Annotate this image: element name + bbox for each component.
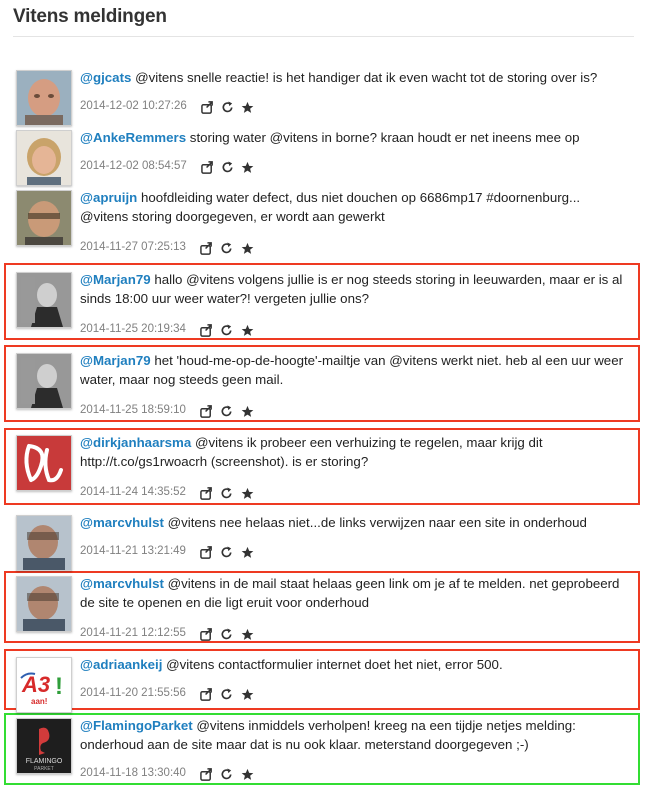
tweet-text-block: @adriaankeij @vitens contactformulier in… (80, 655, 632, 674)
avatar[interactable] (16, 576, 72, 632)
avatar[interactable] (16, 272, 72, 328)
title-divider (13, 36, 634, 37)
tweet-text-block: @dirkjanhaarsma @vitens ik probeer een v… (80, 433, 632, 471)
tweet-text-block: @marcvhulst @vitens nee helaas niet...de… (80, 513, 632, 532)
tweet-author-link[interactable]: @Marjan79 (80, 353, 151, 368)
reply-icon[interactable] (201, 161, 214, 175)
tweet-text: storing water @vitens in borne? kraan ho… (189, 130, 580, 145)
favorite-icon[interactable] (241, 487, 254, 500)
favorite-icon[interactable] (241, 324, 254, 337)
reply-icon[interactable] (200, 324, 213, 338)
tweet-author-link[interactable]: @AnkeRemmers (80, 130, 186, 145)
tweet-text-block: @marcvhulst @vitens in de mail staat hel… (80, 574, 632, 612)
tweet-timestamp: 2014-11-27 07:25:13 (80, 241, 186, 253)
reply-icon[interactable] (200, 628, 213, 642)
tweet-author-link[interactable]: @apruijn (80, 190, 137, 205)
tweet-text-block: @apruijn hoofdleiding water defect, dus … (80, 188, 632, 226)
tweet-text-block: @AnkeRemmers storing water @vitens in bo… (80, 128, 632, 147)
tweet-meta: 2014-12-02 10:27:26 (80, 100, 258, 115)
tweet-timestamp: 2014-12-02 08:54:57 (80, 160, 187, 172)
reply-icon[interactable] (200, 242, 213, 256)
retweet-icon[interactable] (220, 546, 233, 559)
a3-logo-sub: aan! (31, 697, 47, 706)
tweet-meta: 2014-11-27 07:25:13 (80, 241, 258, 256)
favorite-icon[interactable] (241, 546, 254, 559)
tweet-author-link[interactable]: @marcvhulst (80, 576, 164, 591)
tweet-meta: 2014-11-24 14:35:52 (80, 486, 258, 501)
tweet-timestamp: 2014-11-21 13:21:49 (80, 545, 186, 557)
reply-icon[interactable] (201, 101, 214, 115)
tweet-text: hoofdleiding water defect, dus niet douc… (80, 190, 581, 224)
favorite-icon[interactable] (241, 101, 254, 114)
tweet-author-link[interactable]: @dirkjanhaarsma (80, 435, 191, 450)
reply-icon[interactable] (200, 405, 213, 419)
tweet-text-block: @Marjan79 hallo @vitens volgens jullie i… (80, 270, 632, 308)
retweet-icon[interactable] (220, 628, 233, 641)
favorite-icon[interactable] (241, 242, 254, 255)
tweet-timestamp: 2014-11-25 20:19:34 (80, 323, 186, 335)
avatar[interactable] (16, 70, 72, 126)
svg-text:!: ! (55, 673, 63, 700)
favorite-icon[interactable] (241, 768, 254, 781)
retweet-icon[interactable] (221, 161, 234, 174)
avatar[interactable]: FLAMINGO PARKET (16, 718, 72, 774)
tweet-meta: 2014-11-21 13:21:49 (80, 545, 258, 560)
tweet-author-link[interactable]: @FlamingoParket (80, 718, 193, 733)
tweet-timestamp: 2014-11-21 12:12:55 (80, 627, 186, 639)
tweet-text: @vitens snelle reactie! is het handiger … (135, 70, 598, 85)
favorite-icon[interactable] (241, 628, 254, 641)
favorite-icon[interactable] (241, 688, 254, 701)
retweet-icon[interactable] (220, 688, 233, 701)
tweet-text-block: @gjcats @vitens snelle reactie! is het h… (80, 68, 632, 87)
tweet-text: het 'houd-me-op-de-hoogte'-mailtje van @… (80, 353, 624, 387)
retweet-icon[interactable] (220, 405, 233, 418)
tweet-text: @vitens nee helaas niet...de links verwi… (167, 515, 587, 530)
reply-icon[interactable] (200, 688, 213, 702)
tweet-author-link[interactable]: @Marjan79 (80, 272, 151, 287)
tweet-timestamp: 2014-11-25 18:59:10 (80, 404, 186, 416)
favorite-icon[interactable] (241, 405, 254, 418)
tweet-meta: 2014-11-25 20:19:34 (80, 323, 258, 338)
tweet-author-link[interactable]: @adriaankeij (80, 657, 162, 672)
tweet-meta: 2014-11-20 21:55:56 (80, 687, 258, 702)
retweet-icon[interactable] (220, 242, 233, 255)
page-title: Vitens meldingen (13, 6, 167, 27)
tweet-text-block: @Marjan79 het 'houd-me-op-de-hoogte'-mai… (80, 351, 632, 389)
tweet-meta: 2014-11-18 13:30:40 (80, 767, 258, 782)
reply-icon[interactable] (200, 546, 213, 560)
retweet-icon[interactable] (220, 768, 233, 781)
tweet-author-link[interactable]: @marcvhulst (80, 515, 164, 530)
tweet-text: @vitens contactformulier internet doet h… (166, 657, 503, 672)
retweet-icon[interactable] (221, 101, 234, 114)
avatar[interactable] (16, 435, 72, 491)
avatar[interactable] (16, 130, 72, 186)
retweet-icon[interactable] (220, 487, 233, 500)
tweet-timestamp: 2014-11-18 13:30:40 (80, 767, 186, 779)
tweet-author-link[interactable]: @gjcats (80, 70, 131, 85)
tweet-timestamp: 2014-11-24 14:35:52 (80, 486, 186, 498)
tweet-timestamp: 2014-11-20 21:55:56 (80, 687, 186, 699)
reply-icon[interactable] (200, 487, 213, 501)
favorite-icon[interactable] (241, 161, 254, 174)
tweet-meta: 2014-12-02 08:54:57 (80, 160, 258, 175)
tweet-meta: 2014-11-25 18:59:10 (80, 404, 258, 419)
avatar[interactable] (16, 515, 72, 571)
avatar[interactable]: A3 ! aan! (16, 657, 72, 713)
retweet-icon[interactable] (220, 324, 233, 337)
tweet-text: hallo @vitens volgens jullie is er nog s… (80, 272, 623, 306)
flamingo-logo-text: FLAMINGO (26, 758, 63, 765)
reply-icon[interactable] (200, 768, 213, 782)
flamingo-logo-sub: PARKET (34, 766, 54, 772)
tweet-text-block: @FlamingoParket @vitens inmiddels verhol… (80, 716, 632, 754)
tweet-meta: 2014-11-21 12:12:55 (80, 627, 258, 642)
tweet-timestamp: 2014-12-02 10:27:26 (80, 100, 187, 112)
avatar[interactable] (16, 353, 72, 409)
avatar[interactable] (16, 190, 72, 246)
